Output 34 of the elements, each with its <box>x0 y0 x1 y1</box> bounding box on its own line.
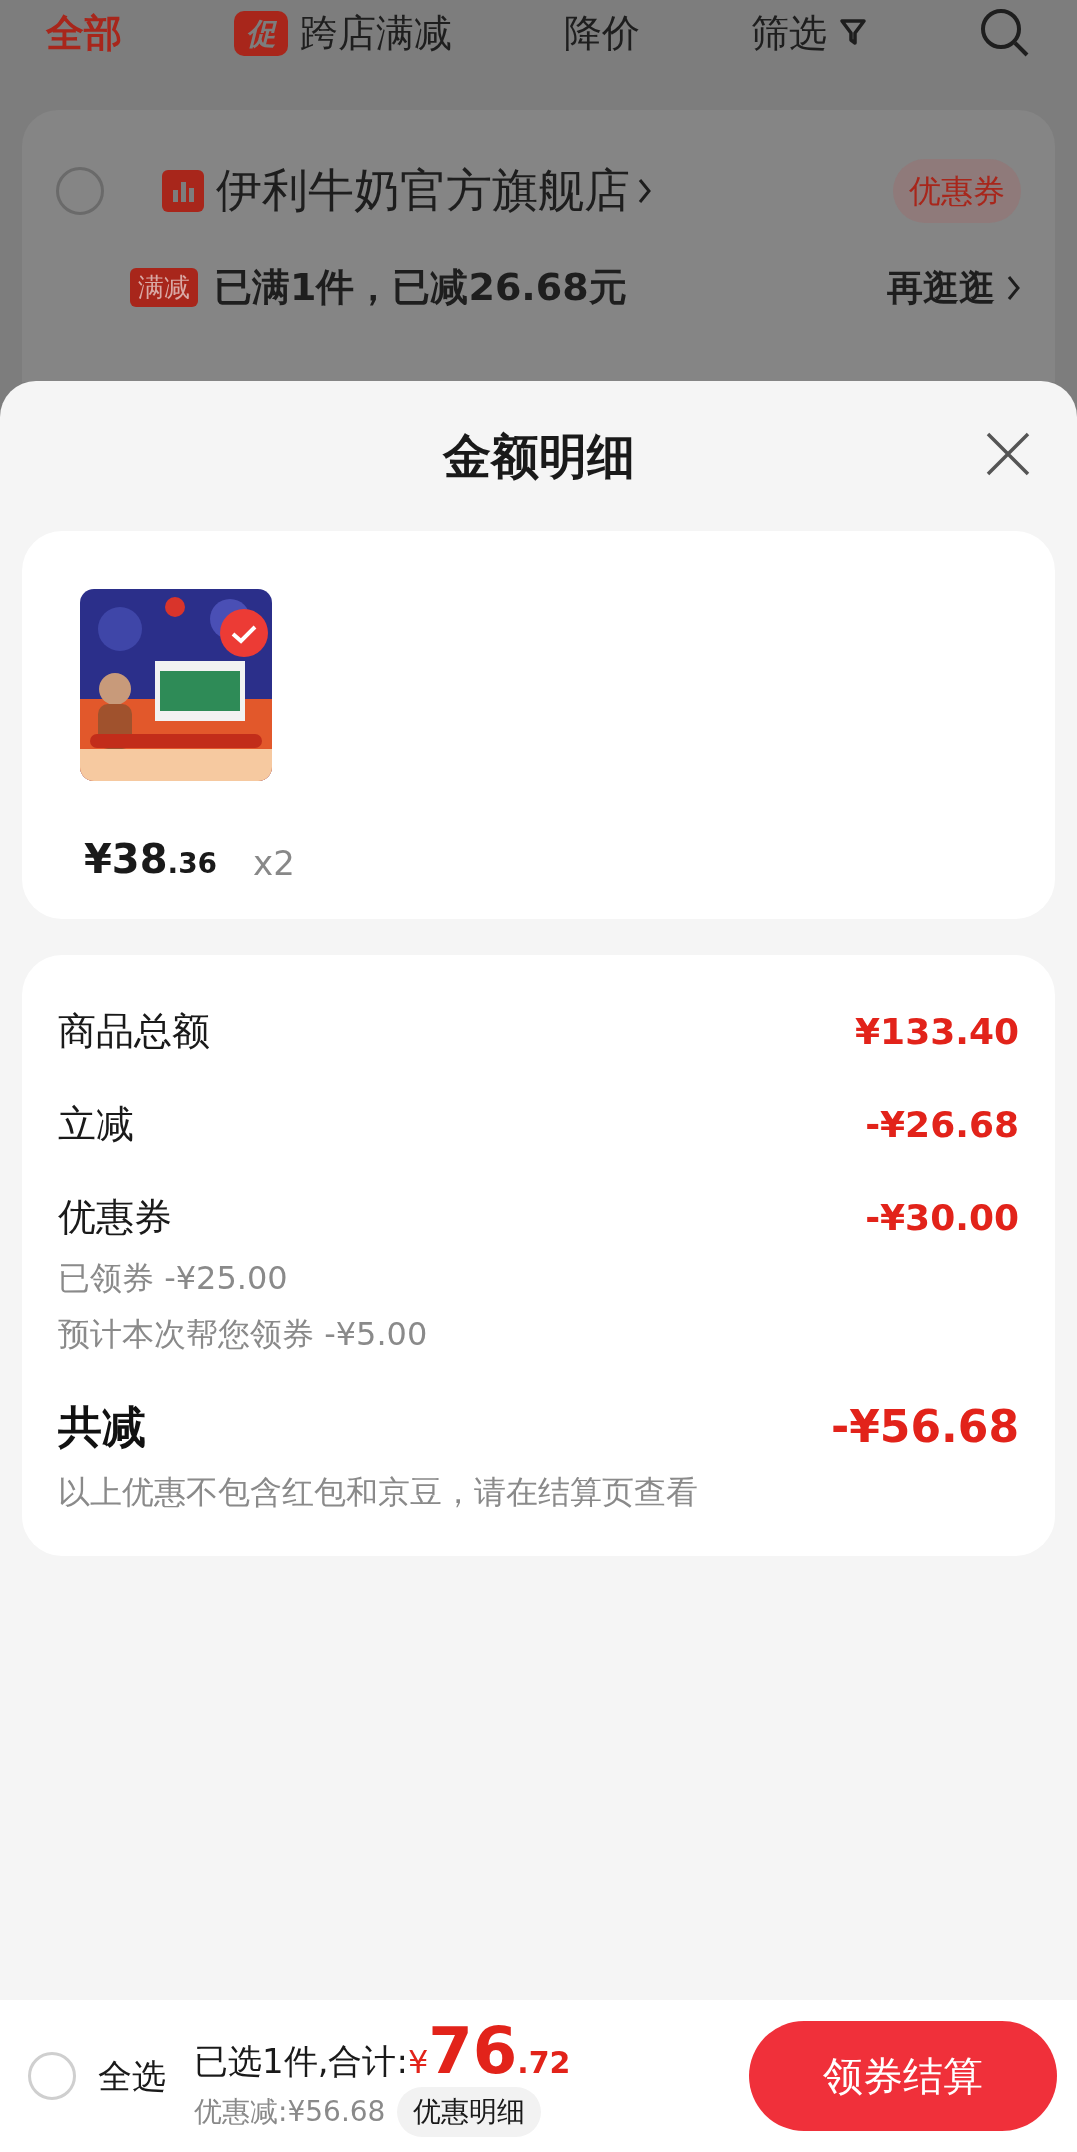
discount-text: 优惠减:¥56.68 <box>194 2093 386 2130</box>
summary-value: -¥26.68 <box>865 1102 1019 1147</box>
summary-label: 优惠券 <box>58 1194 172 1241</box>
filter-tab[interactable]: 促 跨店满减 <box>233 4 452 62</box>
filter-tab[interactable]: 降价 <box>563 4 640 62</box>
summary-value: ¥133.40 <box>855 1009 1019 1054</box>
select-all-label[interactable]: 全选 <box>98 2050 166 2102</box>
summary-value: -¥30.00 <box>865 1195 1019 1240</box>
filter-tab[interactable]: 筛选 <box>751 4 868 62</box>
chevron-right-icon <box>1007 274 1021 301</box>
sheet-title: 金额明细 <box>442 427 635 486</box>
chevron-right-icon <box>638 177 652 204</box>
summary-label: 商品总额 <box>58 1008 210 1055</box>
checkout-button[interactable]: 领券结算 <box>749 2021 1057 2131</box>
summary-value: -¥56.68 <box>830 1400 1019 1454</box>
summary-note: 预计本次帮您领券 -¥5.00 <box>58 1314 429 1355</box>
search-icon[interactable] <box>979 7 1031 59</box>
total-text: 已选1件,合计:¥76.72 <box>194 2015 571 2087</box>
summary-note: 已领券 -¥25.00 <box>58 1258 289 1299</box>
filter-icon <box>839 18 868 48</box>
store-name[interactable]: 伊利牛奶官方旗舰店 <box>216 156 630 225</box>
item-price: ¥38.36 <box>84 835 218 884</box>
promo-badge: 促 <box>233 10 288 56</box>
discount-detail-button[interactable]: 优惠明细 <box>397 2086 542 2137</box>
summary-note: 以上优惠不包含红包和京豆，请在结算页查看 <box>58 1472 699 1513</box>
browse-more-link[interactable]: 再逛逛 <box>887 260 995 315</box>
promo-text: 已满1件，已减26.68元 <box>214 264 627 311</box>
store-logo-icon <box>162 169 204 212</box>
summary-label: 立减 <box>58 1101 134 1148</box>
checkbox[interactable] <box>56 166 104 215</box>
promo-tag: 满减 <box>130 268 198 307</box>
close-icon[interactable] <box>985 431 1031 477</box>
summary-label: 共减 <box>58 1400 146 1454</box>
item-quantity: x2 <box>253 842 295 885</box>
